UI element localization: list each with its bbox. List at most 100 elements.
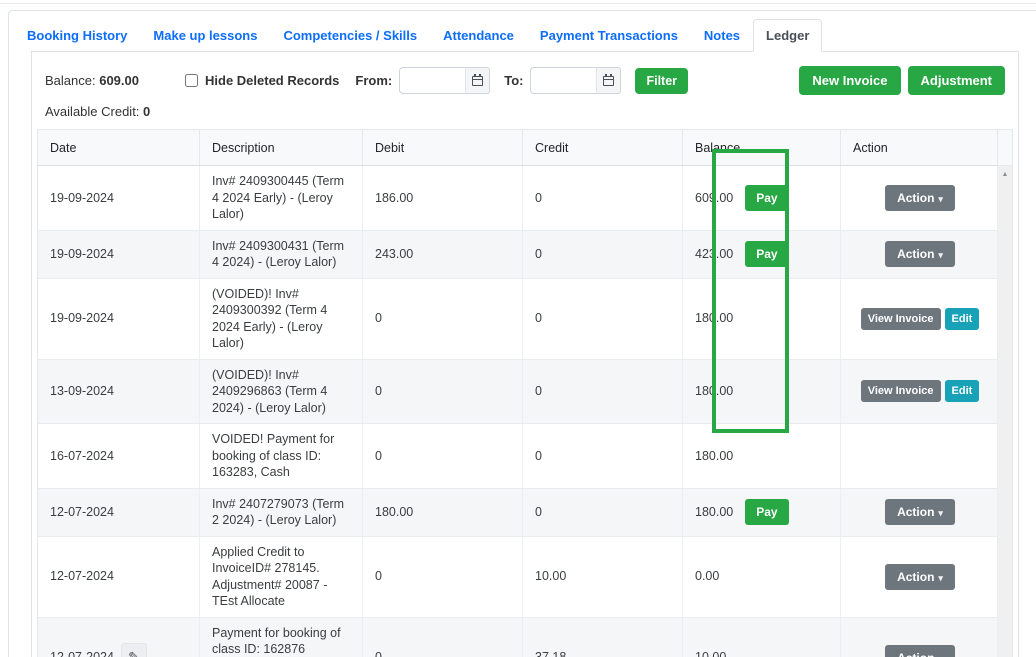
table-row: 19-09-2024 Inv# 2409300431 (Term 4 2024) … bbox=[38, 230, 998, 278]
ledger-date-cell: 12-07-2024✎ bbox=[38, 617, 200, 657]
tab-competencies-skills[interactable]: Competencies / Skills bbox=[270, 19, 430, 52]
ledger-description: (VOIDED)! Inv# 2409296863 (Term 4 2024) … bbox=[212, 368, 327, 415]
ledger-action-cell: Action▾ bbox=[841, 166, 998, 231]
ledger-date-cell: 16-07-2024 bbox=[38, 424, 200, 489]
credit-value: 37.18 bbox=[535, 650, 566, 657]
debit-value: 0 bbox=[375, 449, 382, 463]
action-dropdown-button[interactable]: Action▾ bbox=[885, 564, 955, 590]
calendar-icon bbox=[472, 76, 483, 86]
scroll-up-icon[interactable]: ▲ bbox=[1002, 171, 1009, 178]
ledger-date: 12-07-2024 bbox=[50, 504, 114, 521]
ledger-balance-cell: 180.00 bbox=[683, 278, 841, 359]
ledger-date-cell: 13-09-2024 bbox=[38, 359, 200, 424]
from-date-group bbox=[399, 67, 490, 94]
pay-button[interactable]: Pay bbox=[745, 241, 788, 267]
to-date-group bbox=[530, 67, 621, 94]
balance-value: 180.00 bbox=[695, 383, 733, 400]
new-invoice-button[interactable]: New Invoice bbox=[799, 66, 900, 95]
table-scrollbar[interactable]: ▲ bbox=[998, 129, 1013, 657]
debit-value: 0 bbox=[375, 311, 382, 325]
ledger-description: Inv# 2409300431 (Term 4 2024) - (Leroy L… bbox=[212, 239, 344, 270]
debit-value: 0 bbox=[375, 650, 382, 657]
column-header-date: Date bbox=[38, 130, 200, 166]
ledger-date: 19-09-2024 bbox=[50, 246, 114, 263]
ledger-action-cell: View InvoiceEdit bbox=[841, 359, 998, 424]
from-date-picker-button[interactable] bbox=[465, 67, 490, 94]
ledger-date: 16-07-2024 bbox=[50, 448, 114, 465]
ledger-description-cell: Inv# 2409300445 (Term 4 2024 Early) - (L… bbox=[200, 166, 363, 231]
balance-content: 180.00 bbox=[695, 310, 830, 327]
tab-payment-transactions[interactable]: Payment Transactions bbox=[527, 19, 691, 52]
action-dropdown-button[interactable]: Action▾ bbox=[885, 241, 955, 267]
pay-button[interactable]: Pay bbox=[745, 499, 788, 525]
chevron-down-icon: ▾ bbox=[938, 573, 943, 583]
ledger-description-cell: (VOIDED)! Inv# 2409300392 (Term 4 2024 E… bbox=[200, 278, 363, 359]
ledger-tab-content: Balance: 609.00 Hide Deleted Records Fro… bbox=[31, 51, 1019, 657]
tab-notes[interactable]: Notes bbox=[691, 19, 753, 52]
table-row: 19-09-2024(VOIDED)! Inv# 2409300392 (Ter… bbox=[38, 278, 998, 359]
to-date-picker-button[interactable] bbox=[596, 67, 621, 94]
action-buttons: Action▾ bbox=[853, 645, 987, 657]
ledger-description-cell: Payment for booking of class ID: 162876 … bbox=[200, 617, 363, 657]
action-dropdown-button[interactable]: Action▾ bbox=[885, 185, 955, 211]
credit-value: 0 bbox=[535, 384, 542, 398]
column-header-action: Action bbox=[841, 130, 998, 166]
ledger-debit-cell: 0 bbox=[363, 359, 523, 424]
table-row: 16-07-2024 VOIDED! Payment for booking of… bbox=[38, 424, 998, 489]
view-invoice-button[interactable]: View Invoice bbox=[861, 308, 941, 330]
debit-value: 186.00 bbox=[375, 191, 413, 205]
debit-value: 180.00 bbox=[375, 505, 413, 519]
credit-value: 0 bbox=[535, 247, 542, 261]
debit-value: 243.00 bbox=[375, 247, 413, 261]
to-date-input[interactable] bbox=[530, 67, 596, 94]
ledger-description-cell: (VOIDED)! Inv# 2409296863 (Term 4 2024) … bbox=[200, 359, 363, 424]
edit-date-button[interactable]: ✎ bbox=[121, 643, 147, 657]
ledger-description-cell: VOIDED! Payment for booking of class ID:… bbox=[200, 424, 363, 489]
from-date-label: From: bbox=[355, 73, 392, 88]
action-dropdown-button[interactable]: Action▾ bbox=[885, 645, 955, 657]
tab-ledger[interactable]: Ledger bbox=[753, 19, 822, 52]
credit-value: 10.00 bbox=[535, 569, 566, 583]
hide-deleted-records-toggle[interactable]: Hide Deleted Records bbox=[185, 73, 339, 88]
edit-button[interactable]: Edit bbox=[945, 380, 980, 402]
ledger-debit-cell: 0 bbox=[363, 424, 523, 489]
filter-button[interactable]: Filter bbox=[635, 68, 688, 94]
balance-label: Balance: bbox=[45, 73, 96, 88]
available-credit-summary: Available Credit: 0 bbox=[37, 95, 1013, 119]
ledger-date-cell: 19-09-2024 bbox=[38, 166, 200, 231]
table-row: 19-09-2024Inv# 2409300445 (Term 4 2024 E… bbox=[38, 166, 998, 231]
column-header-debit: Debit bbox=[363, 130, 523, 166]
column-header-balance: Balance bbox=[683, 130, 841, 166]
view-invoice-button[interactable]: View Invoice bbox=[861, 380, 941, 402]
tab-attendance[interactable]: Attendance bbox=[430, 19, 527, 52]
chevron-down-icon: ▾ bbox=[938, 194, 943, 204]
ledger-balance-cell: 180.00Pay bbox=[683, 488, 841, 536]
ledger-action-cell: Action▾ bbox=[841, 230, 998, 278]
action-buttons: Action▾ bbox=[853, 499, 987, 525]
ledger-credit-cell: 0 bbox=[523, 424, 683, 489]
from-date-input[interactable] bbox=[399, 67, 465, 94]
scrollbar-track[interactable]: ▲ bbox=[998, 166, 1013, 657]
balance-value: 0.00 bbox=[695, 568, 719, 585]
ledger-balance-cell: 423.00Pay bbox=[683, 230, 841, 278]
debit-value: 0 bbox=[375, 384, 382, 398]
credit-value: 0 bbox=[535, 449, 542, 463]
ledger-balance-cell: 180.00 bbox=[683, 359, 841, 424]
ledger-action-cell: Action▾ bbox=[841, 488, 998, 536]
ledger-credit-cell: 0 bbox=[523, 278, 683, 359]
edit-button[interactable]: Edit bbox=[945, 308, 980, 330]
balance-value: 180.00 bbox=[695, 310, 733, 327]
table-row: 13-09-2024 (VOIDED)! Inv# 2409296863 (Ter… bbox=[38, 359, 998, 424]
column-header-description: Description bbox=[200, 130, 363, 166]
ledger-card: Booking HistoryMake up lessonsCompetenci… bbox=[8, 10, 1036, 657]
adjustment-button[interactable]: Adjustment bbox=[908, 66, 1006, 95]
ledger-description-cell: Applied Credit to InvoiceID# 278145. Adj… bbox=[200, 536, 363, 617]
to-date-label: To: bbox=[504, 73, 523, 88]
action-dropdown-button[interactable]: Action▾ bbox=[885, 499, 955, 525]
pay-button[interactable]: Pay bbox=[745, 185, 788, 211]
balance-content: 180.00Pay bbox=[695, 499, 830, 525]
pencil-icon: ✎ bbox=[128, 649, 140, 657]
tab-make-up-lessons[interactable]: Make up lessons bbox=[140, 19, 270, 52]
hide-deleted-records-checkbox[interactable] bbox=[185, 74, 198, 87]
tab-booking-history[interactable]: Booking History bbox=[14, 19, 140, 52]
